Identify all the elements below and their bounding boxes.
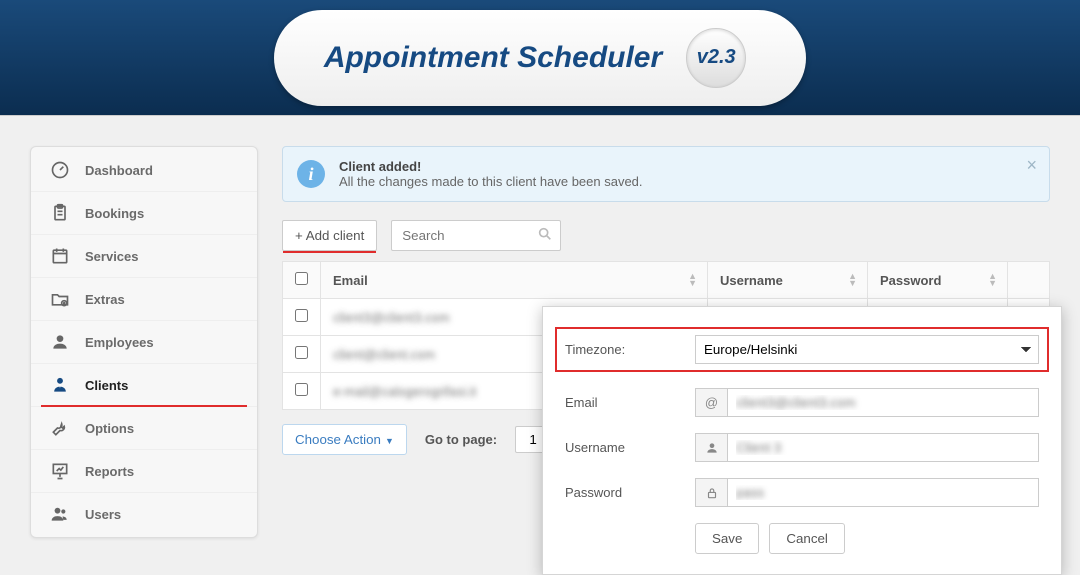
caret-down-icon: ▼ <box>385 436 394 446</box>
presentation-icon <box>49 460 71 482</box>
email-row: Email @ <box>565 388 1039 417</box>
gauge-icon <box>49 159 71 181</box>
save-button[interactable]: Save <box>695 523 759 554</box>
toolbar: + Add client <box>282 220 1050 251</box>
cancel-button[interactable]: Cancel <box>769 523 845 554</box>
sidebar-item-label: Services <box>85 249 139 264</box>
sidebar-item-users[interactable]: Users <box>31 493 257 535</box>
column-password: Password▲▼ <box>868 262 1008 299</box>
row-checkbox[interactable] <box>295 309 308 322</box>
sidebar-item-label: Employees <box>85 335 154 350</box>
username-label: Username <box>565 440 695 455</box>
sidebar-item-dashboard[interactable]: Dashboard <box>31 149 257 192</box>
username-row: Username <box>565 433 1039 462</box>
column-email: Email▲▼ <box>321 262 708 299</box>
choose-action-dropdown[interactable]: Choose Action▼ <box>282 424 407 455</box>
users-icon <box>49 503 71 525</box>
title-pill: Appointment Scheduler v2.3 <box>274 10 806 106</box>
sidebar-item-label: Users <box>85 507 121 522</box>
username-field[interactable] <box>727 433 1039 462</box>
sidebar-item-clients[interactable]: Clients <box>31 364 257 407</box>
calendar-icon <box>49 245 71 267</box>
alert-body: All the changes made to this client have… <box>339 174 643 189</box>
timezone-select[interactable]: Europe/Helsinki <box>695 335 1039 364</box>
search-icon <box>537 226 553 242</box>
timezone-row: Timezone: Europe/Helsinki <box>555 327 1049 372</box>
main-panel: i Client added! All the changes made to … <box>282 146 1050 538</box>
row-checkbox[interactable] <box>295 383 308 396</box>
sidebar-item-bookings[interactable]: Bookings <box>31 192 257 235</box>
sidebar-item-reports[interactable]: Reports <box>31 450 257 493</box>
clipboard-icon <box>49 202 71 224</box>
sidebar-item-label: Bookings <box>85 206 144 221</box>
row-checkbox[interactable] <box>295 346 308 359</box>
sidebar-item-extras[interactable]: Extras <box>31 278 257 321</box>
column-username: Username▲▼ <box>708 262 868 299</box>
add-client-button[interactable]: + Add client <box>282 220 377 251</box>
success-alert: i Client added! All the changes made to … <box>282 146 1050 202</box>
user-icon <box>695 433 727 462</box>
close-icon[interactable]: × <box>1026 155 1037 176</box>
sort-icon[interactable]: ▲▼ <box>988 273 997 287</box>
app-header: Appointment Scheduler v2.3 <box>0 0 1080 116</box>
sort-icon[interactable]: ▲▼ <box>848 273 857 287</box>
wrench-icon <box>49 417 71 439</box>
password-field[interactable] <box>727 478 1039 507</box>
user-tie-icon <box>49 374 71 396</box>
client-edit-popup: Timezone: Europe/Helsinki Email @ Userna… <box>542 306 1062 575</box>
timezone-label: Timezone: <box>565 342 695 357</box>
sort-icon[interactable]: ▲▼ <box>688 273 697 287</box>
version-badge: v2.3 <box>686 28 746 88</box>
password-label: Password <box>565 485 695 500</box>
sidebar-item-label: Extras <box>85 292 125 307</box>
sidebar: Dashboard Bookings Services Extras Emplo… <box>30 146 258 538</box>
alert-title: Client added! <box>339 159 643 174</box>
email-field[interactable] <box>727 388 1039 417</box>
sidebar-item-label: Dashboard <box>85 163 153 178</box>
at-icon: @ <box>695 388 727 417</box>
sidebar-item-label: Options <box>85 421 134 436</box>
sidebar-item-employees[interactable]: Employees <box>31 321 257 364</box>
folder-plus-icon <box>49 288 71 310</box>
sidebar-item-label: Reports <box>85 464 134 479</box>
search-input[interactable] <box>391 220 561 251</box>
email-label: Email <box>565 395 695 410</box>
goto-page-label: Go to page: <box>425 432 497 447</box>
app-title: Appointment Scheduler <box>324 41 662 75</box>
sidebar-item-label: Clients <box>85 378 128 393</box>
select-all-checkbox[interactable] <box>295 272 308 285</box>
user-icon <box>49 331 71 353</box>
lock-icon <box>695 478 727 507</box>
sidebar-item-options[interactable]: Options <box>31 407 257 450</box>
sidebar-item-services[interactable]: Services <box>31 235 257 278</box>
password-row: Password <box>565 478 1039 507</box>
info-icon: i <box>297 160 325 188</box>
